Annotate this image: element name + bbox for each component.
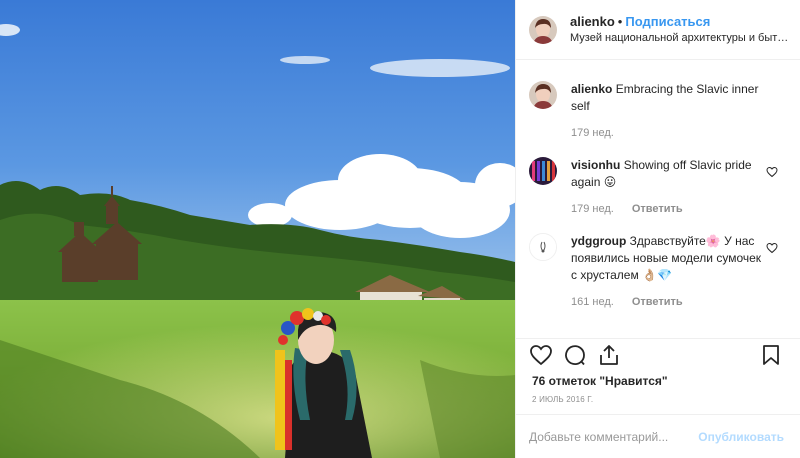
comment-item: visionhu Showing off Slavic pride again …	[516, 157, 800, 215]
comment-icon[interactable]	[563, 343, 587, 367]
post-date[interactable]: 2 ИЮЛЬ 2016 Г.	[532, 395, 784, 404]
author-row: alienko • Подписаться	[570, 14, 790, 30]
post-actions: 76 отметок "Нравится" 2 ИЮЛЬ 2016 Г.	[516, 338, 800, 404]
comment-body: ydggroup Здравствуйте🌸 У нас появились н…	[571, 233, 764, 284]
author-avatar-image	[529, 15, 557, 44]
post-header-text: alienko • Подписаться Музей национальной а…	[570, 14, 790, 45]
share-icon[interactable]	[597, 343, 621, 367]
like-comment-heart-icon[interactable]	[766, 242, 778, 254]
reply-button[interactable]: Ответить	[632, 296, 683, 308]
comment-meta: 179 нед. Ответить	[571, 203, 764, 215]
post-photo[interactable]	[0, 0, 515, 458]
publish-button[interactable]: Опубликовать	[698, 430, 784, 444]
author-avatar[interactable]	[529, 15, 557, 44]
follow-button[interactable]: Подписаться	[625, 14, 710, 29]
comment-username[interactable]: visionhu	[571, 158, 620, 172]
comment-age[interactable]: 161 нед.	[571, 296, 614, 308]
add-comment-bar: Опубликовать	[516, 414, 800, 458]
action-icons-row	[529, 341, 784, 369]
comment-body: alienko Embracing the Slavic inner self	[571, 81, 764, 115]
add-comment-input[interactable]	[529, 429, 691, 444]
heart-icon[interactable]	[529, 343, 553, 367]
caption-comment: alienko Embracing the Slavic inner self …	[516, 81, 800, 139]
comment-item: ydggroup Здравствуйте🌸 У нас появились н…	[516, 233, 800, 308]
comment-username[interactable]: ydggroup	[571, 234, 626, 248]
likes-count[interactable]: 76 отметок "Нравится"	[532, 374, 784, 388]
comments-list: alienko Embracing the Slavic inner self …	[516, 61, 800, 308]
comment-meta: 179 нед.	[571, 127, 764, 139]
comment-body: visionhu Showing off Slavic pride again …	[571, 157, 764, 191]
comment-age[interactable]: 179 нед.	[571, 203, 614, 215]
commenter-avatar[interactable]	[529, 233, 557, 261]
post-location[interactable]: Музей национальной архитектуры и быта П.…	[570, 31, 790, 45]
header-separator: •	[617, 14, 623, 29]
alienko-avatar-image	[529, 81, 557, 109]
comment-username[interactable]: alienko	[571, 82, 612, 96]
like-comment-heart-icon[interactable]	[766, 166, 778, 178]
post-photo-image	[0, 0, 515, 458]
bookmark-icon[interactable]	[759, 343, 783, 367]
reply-button[interactable]: Ответить	[632, 203, 683, 215]
commenter-avatar[interactable]	[529, 81, 557, 109]
post-details-panel: alienko • Подписаться Музей национальной а…	[515, 0, 800, 458]
visionhu-avatar-image	[529, 157, 557, 185]
instagram-post-window: alienko • Подписаться Музей национальной а…	[0, 0, 800, 458]
post-header: alienko • Подписаться Музей национальной а…	[516, 0, 800, 60]
comment-meta: 161 нед. Ответить	[571, 296, 764, 308]
comment-age[interactable]: 179 нед.	[571, 127, 614, 139]
ydggroup-avatar-image	[530, 234, 556, 260]
author-username[interactable]: alienko	[570, 14, 615, 29]
commenter-avatar[interactable]	[529, 157, 557, 185]
